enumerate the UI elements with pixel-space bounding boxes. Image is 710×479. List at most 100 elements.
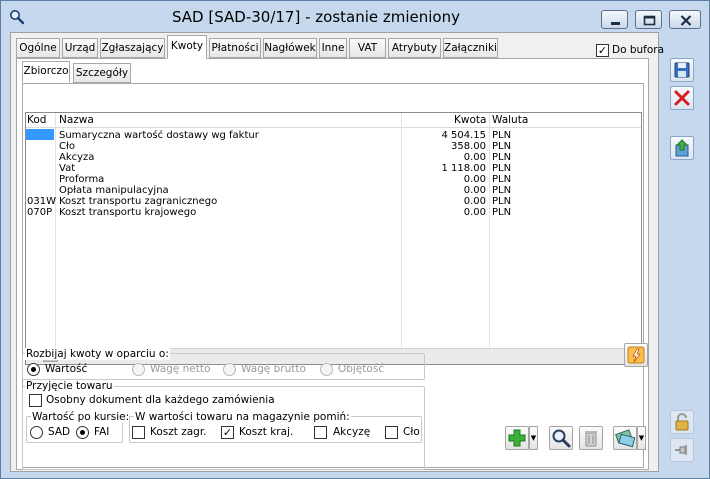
cell-kod: 070P <box>27 207 53 218</box>
rozbijaj-label: Rozbijaj kwoty w oparciu o: <box>25 348 170 360</box>
column-waluta[interactable]: Waluta <box>492 114 528 126</box>
tab-vat[interactable]: VAT <box>349 38 386 58</box>
akcyze-checkbox[interactable] <box>314 426 327 439</box>
cell-nazwa: Vat <box>59 163 76 174</box>
cell-waluta: PLN <box>492 207 512 218</box>
koszt-zagr-checkbox[interactable] <box>132 426 145 439</box>
table-row[interactable]: Sumaryczna wartość dostawy wg faktur 4 50… <box>26 130 641 141</box>
cell-nazwa: Proforma <box>59 174 105 185</box>
search-button[interactable] <box>549 426 573 450</box>
tab-inne[interactable]: Inne <box>319 38 347 58</box>
table-row[interactable]: Opłata manipulacyjna 0.00 PLN <box>26 185 641 196</box>
chevron-down-icon: ▼ <box>530 434 537 442</box>
cell-kwota: 358.00 <box>451 141 486 152</box>
column-nazwa[interactable]: Nazwa <box>59 114 94 126</box>
pomin-label: W wartości towaru na magazynie pomiń: <box>134 411 351 423</box>
currency-button[interactable] <box>613 426 637 450</box>
radio-fai[interactable] <box>76 426 89 439</box>
cancel-button[interactable] <box>670 86 694 110</box>
tab-zalaczniki[interactable]: Załączniki <box>443 38 498 58</box>
table-row[interactable]: Proforma 0.00 PLN <box>26 174 641 185</box>
koszt-zagr-label: Koszt zagr. <box>150 426 207 438</box>
tab-platnosci[interactable]: Płatności <box>209 38 261 58</box>
close-icon <box>671 90 693 112</box>
pin-button[interactable] <box>670 438 694 462</box>
maximize-button[interactable] <box>635 10 662 29</box>
window-title: SAD [SAD-30/17] - zostanie zmieniony <box>171 8 460 26</box>
radio-wartosc[interactable] <box>27 363 40 376</box>
cell-waluta: PLN <box>492 196 512 207</box>
add-dropdown[interactable]: ▼ <box>529 426 538 450</box>
cell-kwota: 0.00 <box>463 174 486 185</box>
do-bufora-label: Do bufora <box>612 44 665 56</box>
clo-label: Cło <box>403 426 420 438</box>
tab-urzad[interactable]: Urząd <box>62 38 98 58</box>
close-window-button[interactable] <box>669 10 701 29</box>
lock-icon <box>671 413 693 436</box>
dialog-body: Ogólne Urząd Zgłaszający Kwoty Płatności… <box>10 32 664 472</box>
lightning-icon <box>625 346 647 369</box>
add-button[interactable] <box>505 426 529 450</box>
trash-icon <box>580 431 602 452</box>
cell-kwota: 0.00 <box>463 185 486 196</box>
radio-wartosc-label: Wartość <box>45 363 88 375</box>
cell-kwota: 0.00 <box>463 196 486 207</box>
radio-objetosc[interactable] <box>320 363 333 376</box>
radio-waga-netto[interactable] <box>132 363 145 376</box>
window: SAD [SAD-30/17] - zostanie zmieniony Ogó… <box>0 0 710 479</box>
clo-checkbox[interactable] <box>385 426 398 439</box>
cell-waluta: PLN <box>492 185 512 196</box>
cell-kwota: 0.00 <box>463 207 486 218</box>
tab-naglowek[interactable]: Nagłówek <box>263 38 317 58</box>
cell-waluta: PLN <box>492 141 512 152</box>
cell-nazwa: Sumaryczna wartość dostawy wg faktur <box>59 130 259 141</box>
tab-kwoty[interactable]: Kwoty <box>167 35 207 59</box>
kwoty-table: Kod Nazwa Kwota Waluta Sumaryczna wartoś… <box>25 112 642 365</box>
delete-button[interactable] <box>579 426 603 450</box>
minimize-button[interactable] <box>601 10 628 29</box>
do-bufora-checkbox[interactable]: ✓ <box>596 44 609 57</box>
koszt-kraj-checkbox[interactable]: ✓ <box>221 426 234 439</box>
column-kwota[interactable]: Kwota <box>454 114 486 126</box>
lightning-button[interactable] <box>624 343 648 367</box>
plus-icon <box>506 429 528 452</box>
table-row[interactable]: Akcyza 0.00 PLN <box>26 152 641 163</box>
tab-atrybuty[interactable]: Atrybuty <box>388 38 441 58</box>
cell-kwota: 1 118.00 <box>441 163 486 174</box>
tab-zglaszajacy[interactable]: Zgłaszający <box>100 38 165 58</box>
osobny-dokument-checkbox[interactable] <box>29 394 42 407</box>
chevron-down-icon: ▼ <box>638 434 645 442</box>
table-header: Kod Nazwa Kwota Waluta <box>26 113 641 128</box>
subtab-szczegoly[interactable]: Szczegóły <box>73 63 131 83</box>
table-row[interactable]: 031W Koszt transportu zagranicznego 0.00 PL… <box>26 196 641 207</box>
lock-button[interactable] <box>670 410 694 434</box>
kurs-label: Wartość po kursie: <box>31 411 131 423</box>
currency-dropdown[interactable]: ▼ <box>637 426 646 450</box>
radio-objetosc-label: Objętość <box>338 363 385 375</box>
radio-sad-label: SAD <box>48 426 71 438</box>
akcyze-label: Akcyzę <box>333 426 371 438</box>
table-row[interactable]: 070P Koszt transportu krajowego 0.00 PLN <box>26 207 641 218</box>
radio-sad[interactable] <box>30 426 43 439</box>
kwoty-panel: Zbiorczo Szczegóły Kod Nazwa Kwota Walut… <box>16 58 649 470</box>
table-row[interactable]: Vat 1 118.00 PLN <box>26 163 641 174</box>
tab-ogolne[interactable]: Ogólne <box>16 38 60 58</box>
column-kod[interactable]: Kod <box>27 114 46 126</box>
cell-waluta: PLN <box>492 174 512 185</box>
save-button[interactable] <box>670 58 694 82</box>
subtab-zbiorczo[interactable]: Zbiorczo <box>22 61 70 83</box>
cell-nazwa: Koszt transportu krajowego <box>59 207 197 218</box>
table-row[interactable]: Cło 358.00 PLN <box>26 141 641 152</box>
export-button[interactable] <box>670 136 694 160</box>
money-icon <box>614 429 636 452</box>
radio-waga-brutto[interactable] <box>223 363 236 376</box>
cell-kod: 031W <box>27 196 56 207</box>
radio-waga-brutto-label: Wagę brutto <box>241 363 306 375</box>
osobny-dokument-label: Osobny dokument dla każdego zamówienia <box>46 394 275 406</box>
title-bar: SAD [SAD-30/17] - zostanie zmieniony <box>1 1 709 33</box>
cell-nazwa: Opłata manipulacyjna <box>59 185 169 196</box>
magnifier-icon <box>550 429 572 452</box>
radio-fai-label: FAI <box>94 426 110 438</box>
cell-waluta: PLN <box>492 152 512 163</box>
pin-icon <box>671 445 693 464</box>
